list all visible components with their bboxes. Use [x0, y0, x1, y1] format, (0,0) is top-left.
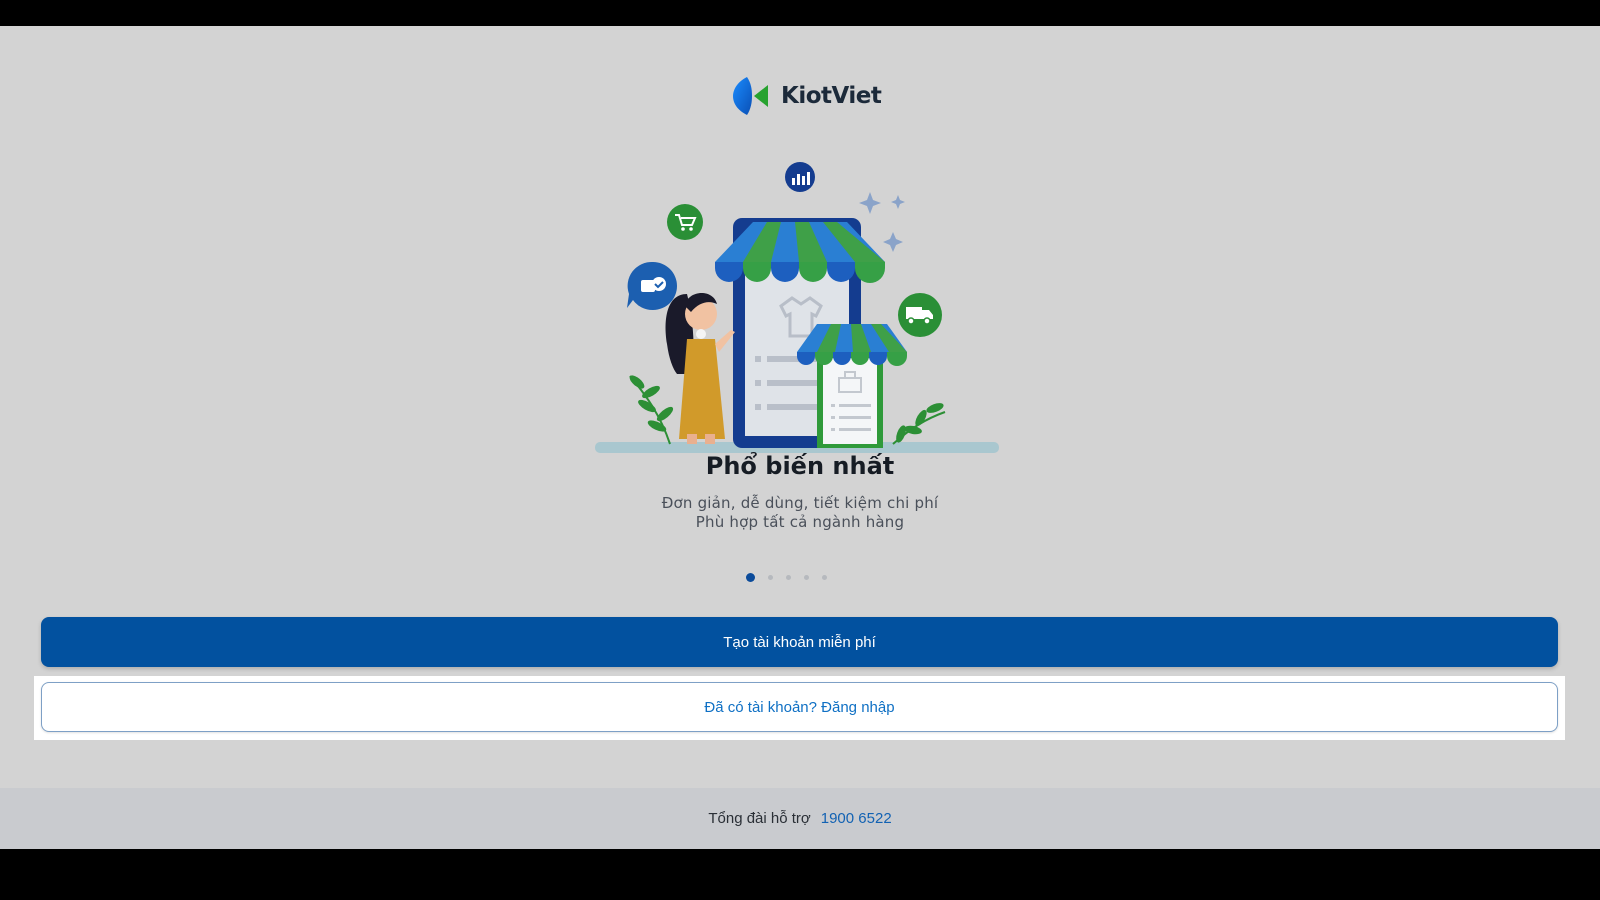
login-button[interactable]: Đã có tài khoản? Đăng nhập [41, 682, 1558, 732]
support-footer: Tổng đài hỗ trợ 1900 6522 [0, 788, 1600, 849]
carousel-dot-3[interactable] [786, 574, 791, 580]
analytics-icon [785, 162, 815, 192]
delivery-truck-icon [898, 293, 942, 337]
plant-left [629, 375, 674, 445]
onboarding-screen: KiotViet Phổ biến nhất Đơn giản, dễ dùng… [0, 26, 1600, 849]
carousel-headline: Phổ biến nhất [705, 452, 895, 480]
carousel-dot-4[interactable] [804, 574, 809, 580]
kiotviet-logo-icon [733, 77, 768, 115]
plant-right [892, 403, 946, 445]
brand-logo: KiotViet [731, 76, 882, 116]
support-phone-link[interactable]: 1900 6522 [821, 810, 892, 827]
woman-figure [665, 292, 735, 444]
carousel-dot-5[interactable] [822, 574, 827, 580]
carousel-subtitle-line1: Đơn giản, dễ dùng, tiết kiệm chi phí [661, 494, 939, 512]
brand-name: KiotViet [781, 83, 882, 109]
store-illustration [595, 162, 999, 453]
carousel-dot-2[interactable] [768, 574, 773, 580]
cart-icon [667, 204, 703, 240]
carousel-pagination [746, 572, 827, 582]
create-account-button[interactable]: Tạo tài khoản miễn phí [41, 617, 1558, 667]
box-check-icon [627, 261, 677, 311]
carousel-dot-1[interactable] [746, 572, 755, 582]
support-label: Tổng đài hỗ trợ [708, 810, 811, 827]
carousel-subtitle-line2: Phù hợp tất cả ngành hàng [695, 513, 905, 531]
